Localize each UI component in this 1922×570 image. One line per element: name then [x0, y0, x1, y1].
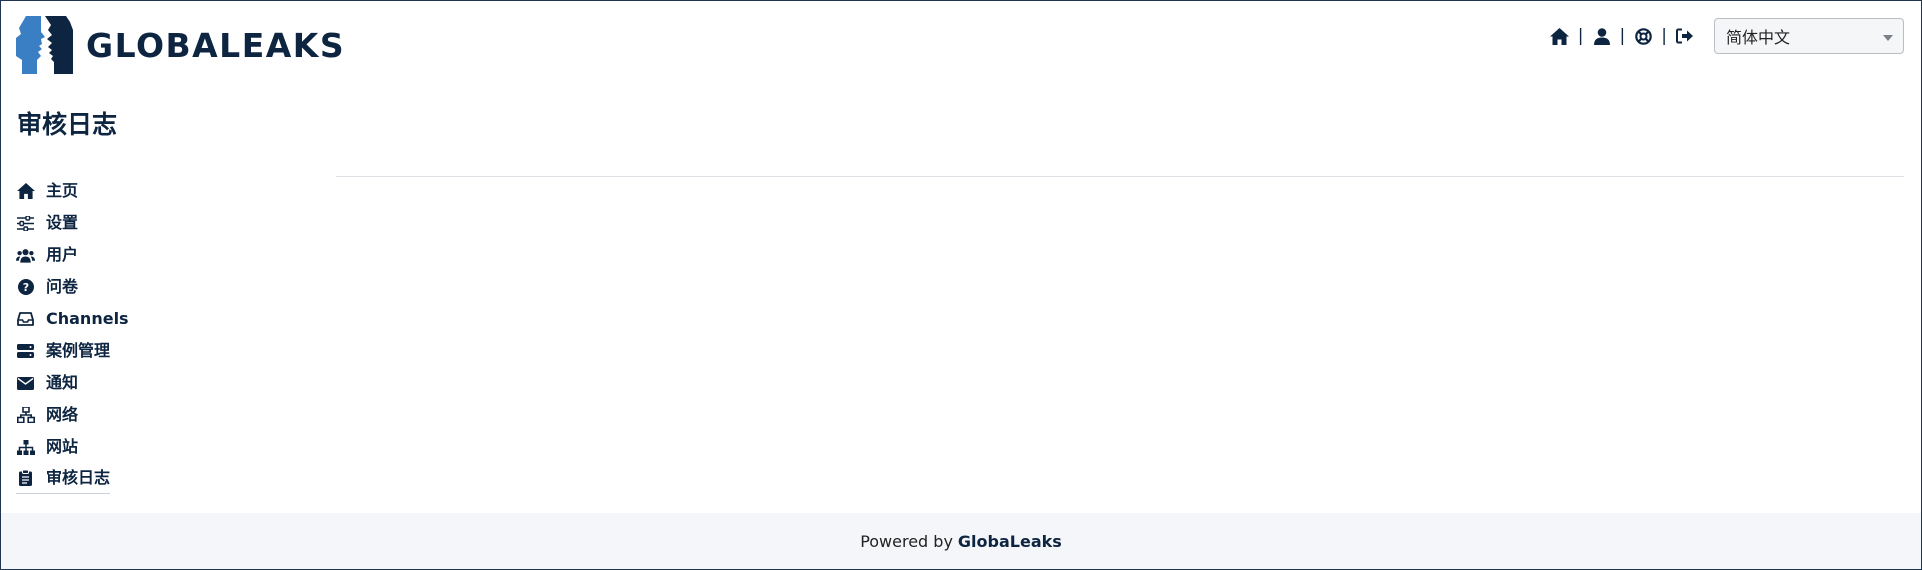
chevron-down-icon [1883, 34, 1893, 41]
sidebar-item-case-management[interactable]: 案例管理 [16, 335, 110, 367]
sidebar-item-network[interactable]: 网络 [16, 399, 78, 431]
logo[interactable]: GLOBALEAKS [16, 16, 345, 74]
home-icon[interactable] [1549, 25, 1571, 47]
sidebar-item-label: 问卷 [46, 277, 79, 296]
sidebar-item-notification[interactable]: 通知 [16, 367, 78, 399]
language-select-value: 简体中文 [1726, 28, 1791, 47]
sidebar-item-label: 网络 [46, 405, 79, 424]
language-select[interactable]: 简体中文 [1714, 18, 1904, 54]
envelope-icon [16, 374, 35, 393]
sidebar-item-audit-log[interactable]: 审核日志 [16, 463, 111, 494]
users-icon [16, 246, 35, 265]
sidebar-item-label: 主页 [46, 181, 79, 200]
question-circle-icon: ? [16, 278, 35, 297]
sidebar-item-label: 案例管理 [46, 341, 111, 360]
user-icon[interactable] [1591, 25, 1613, 47]
svg-text:?: ? [22, 281, 28, 294]
home-icon [16, 182, 35, 201]
sidebar-item-channels[interactable]: Channels [16, 303, 129, 335]
sidebar-item-questionnaires[interactable]: ? 问卷 [16, 271, 78, 303]
page-title: 审核日志 [17, 110, 118, 139]
sidebar-item-label: 网站 [46, 437, 79, 456]
sidebar-nav: 主页 设置 用户 ? 问卷 Channels 案例管理 通知 网络 网站 审核日… [16, 175, 256, 494]
network-icon [16, 406, 35, 425]
toolbar-separator: | [1619, 25, 1626, 46]
lifebuoy-icon[interactable] [1632, 25, 1654, 47]
sidebar-item-label: 设置 [46, 213, 79, 232]
sidebar-item-home[interactable]: 主页 [16, 175, 78, 207]
powered-by-text: Powered by [860, 531, 953, 551]
sidebar-item-settings[interactable]: 设置 [16, 207, 78, 239]
sidebar-item-label: 审核日志 [46, 468, 111, 487]
globaleaks-logo-icon [16, 16, 73, 74]
content-divider [336, 176, 1904, 177]
sidebar-item-sites[interactable]: 网站 [16, 431, 78, 463]
logo-text: GLOBALEAKS [86, 25, 346, 65]
sidebar-item-label: Channels [46, 309, 129, 328]
sidebar-item-label: 通知 [46, 373, 79, 392]
sidebar-item-label: 用户 [46, 245, 79, 264]
top-toolbar: | | | 简体中文 [1549, 18, 1904, 54]
toolbar-separator: | [1577, 25, 1584, 46]
toolbar-separator: | [1661, 25, 1667, 46]
clipboard-icon [16, 469, 35, 488]
inbox-icon [16, 310, 35, 329]
footer: Powered by GlobaLeaks [1, 513, 1921, 569]
sliders-icon [16, 214, 35, 233]
sidebar-item-users[interactable]: 用户 [16, 239, 78, 271]
server-icon [16, 342, 35, 361]
logout-icon[interactable] [1674, 25, 1696, 47]
header: GLOBALEAKS | | | 简体中文 [0, 0, 1922, 90]
globaleaks-link[interactable]: GlobaLeaks [958, 532, 1062, 551]
sitemap-icon [16, 438, 35, 457]
